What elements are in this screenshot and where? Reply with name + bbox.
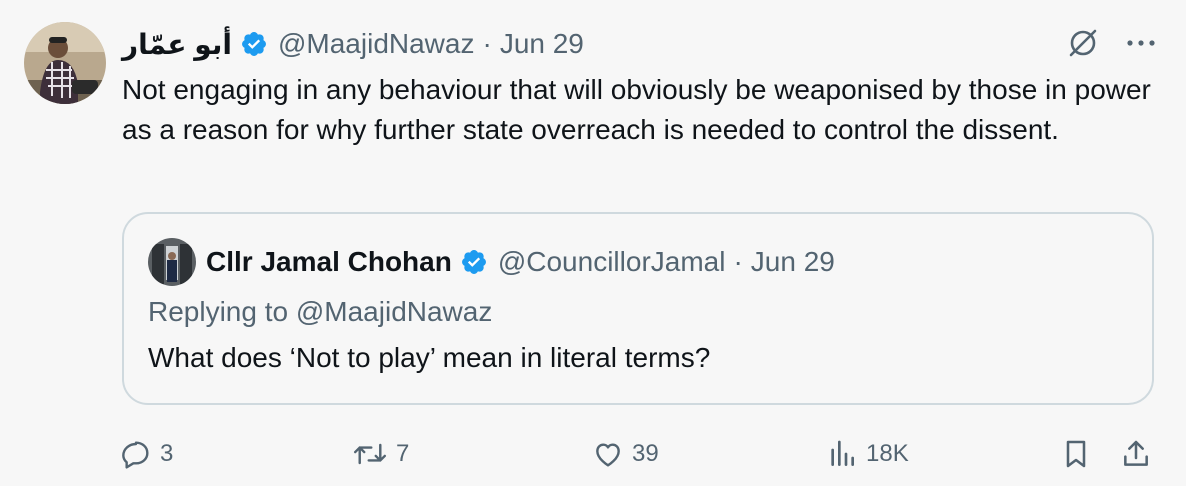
reply-icon <box>120 438 152 470</box>
quoted-author-avatar[interactable] <box>148 238 196 286</box>
views-button[interactable]: 18K <box>826 434 909 474</box>
views-icon <box>826 438 858 470</box>
like-count: 39 <box>632 440 659 467</box>
quoted-tweet[interactable]: Cllr Jamal Chohan @CouncillorJamal · Jun… <box>122 212 1154 405</box>
tweet-date[interactable]: Jun 29 <box>500 28 584 60</box>
views-count: 18K <box>866 440 909 467</box>
author-handle[interactable]: @MaajidNawaz <box>278 28 475 60</box>
share-icon <box>1120 438 1152 470</box>
author-name[interactable]: أبو عمّار <box>122 28 232 61</box>
verified-badge-icon <box>460 248 488 276</box>
retweet-count: 7 <box>396 440 410 467</box>
replying-to: Replying to @MaajidNawaz <box>148 296 493 327</box>
more-icon[interactable] <box>1126 38 1156 48</box>
tweet-action-bar: 3 7 39 18K <box>120 434 1160 474</box>
quoted-author-handle[interactable]: @CouncillorJamal <box>498 246 726 278</box>
verified-badge-icon <box>240 30 268 58</box>
quoted-tweet-date[interactable]: Jun 29 <box>751 246 835 278</box>
separator: · <box>733 246 743 277</box>
tweet-header: أبو عمّار @MaajidNawaz · Jun 29 <box>122 24 584 64</box>
retweet-button[interactable]: 7 <box>352 434 409 474</box>
share-button[interactable] <box>1120 434 1152 474</box>
bookmark-icon <box>1060 438 1092 470</box>
heart-icon <box>592 438 624 470</box>
tweet-top-actions <box>1066 26 1156 60</box>
tweet-text: Not engaging in any behaviour that will … <box>122 74 1151 145</box>
like-button[interactable]: 39 <box>592 434 659 474</box>
bookmark-button[interactable] <box>1060 434 1092 474</box>
reply-button[interactable]: 3 <box>120 434 173 474</box>
author-avatar[interactable] <box>24 22 106 104</box>
quoted-tweet-header: Cllr Jamal Chohan @CouncillorJamal · Jun… <box>206 242 835 282</box>
quoted-tweet-text: What does ‘Not to play’ mean in literal … <box>148 342 711 373</box>
separator: · <box>482 28 492 59</box>
reply-count: 3 <box>160 440 174 467</box>
quoted-author-name[interactable]: Cllr Jamal Chohan <box>206 246 452 278</box>
grok-icon[interactable] <box>1066 26 1100 60</box>
retweet-icon <box>352 438 388 470</box>
